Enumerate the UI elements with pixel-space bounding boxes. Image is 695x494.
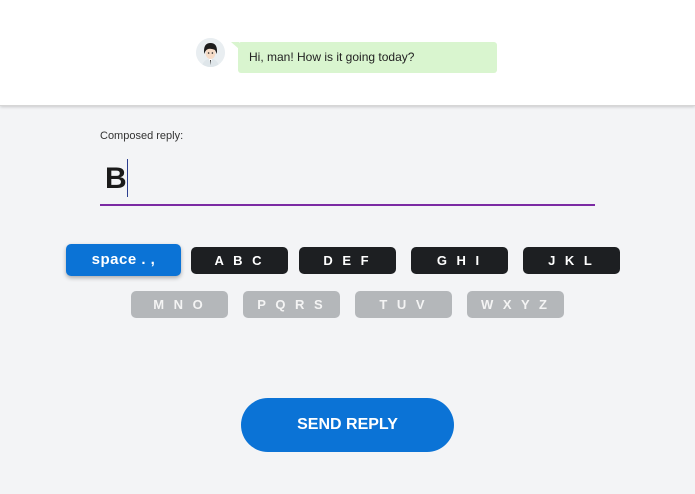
chat-header: Hi, man! How is it going today? <box>0 0 695 106</box>
key-mno[interactable]: M N O <box>131 291 228 318</box>
key-pqrs[interactable]: P Q R S <box>243 291 340 318</box>
key-tuv[interactable]: T U V <box>355 291 452 318</box>
key-wxyz[interactable]: W X Y Z <box>467 291 564 318</box>
composed-reply-text: B <box>105 162 127 195</box>
key-jkl[interactable]: J K L <box>523 247 620 274</box>
key-abc[interactable]: A B C <box>191 247 288 274</box>
composed-reply-field[interactable]: B <box>100 154 595 206</box>
text-caret <box>127 159 128 197</box>
send-reply-button[interactable]: SEND REPLY <box>241 398 454 452</box>
incoming-message-bubble: Hi, man! How is it going today? <box>238 42 497 73</box>
key-space-punctuation[interactable]: space . , <box>66 244 181 276</box>
key-def[interactable]: D E F <box>299 247 396 274</box>
composed-reply-label: Composed reply: <box>100 130 184 142</box>
key-ghi[interactable]: G H I <box>411 247 508 274</box>
user-avatar-icon <box>196 38 225 67</box>
incoming-message-text: Hi, man! How is it going today? <box>249 50 415 64</box>
